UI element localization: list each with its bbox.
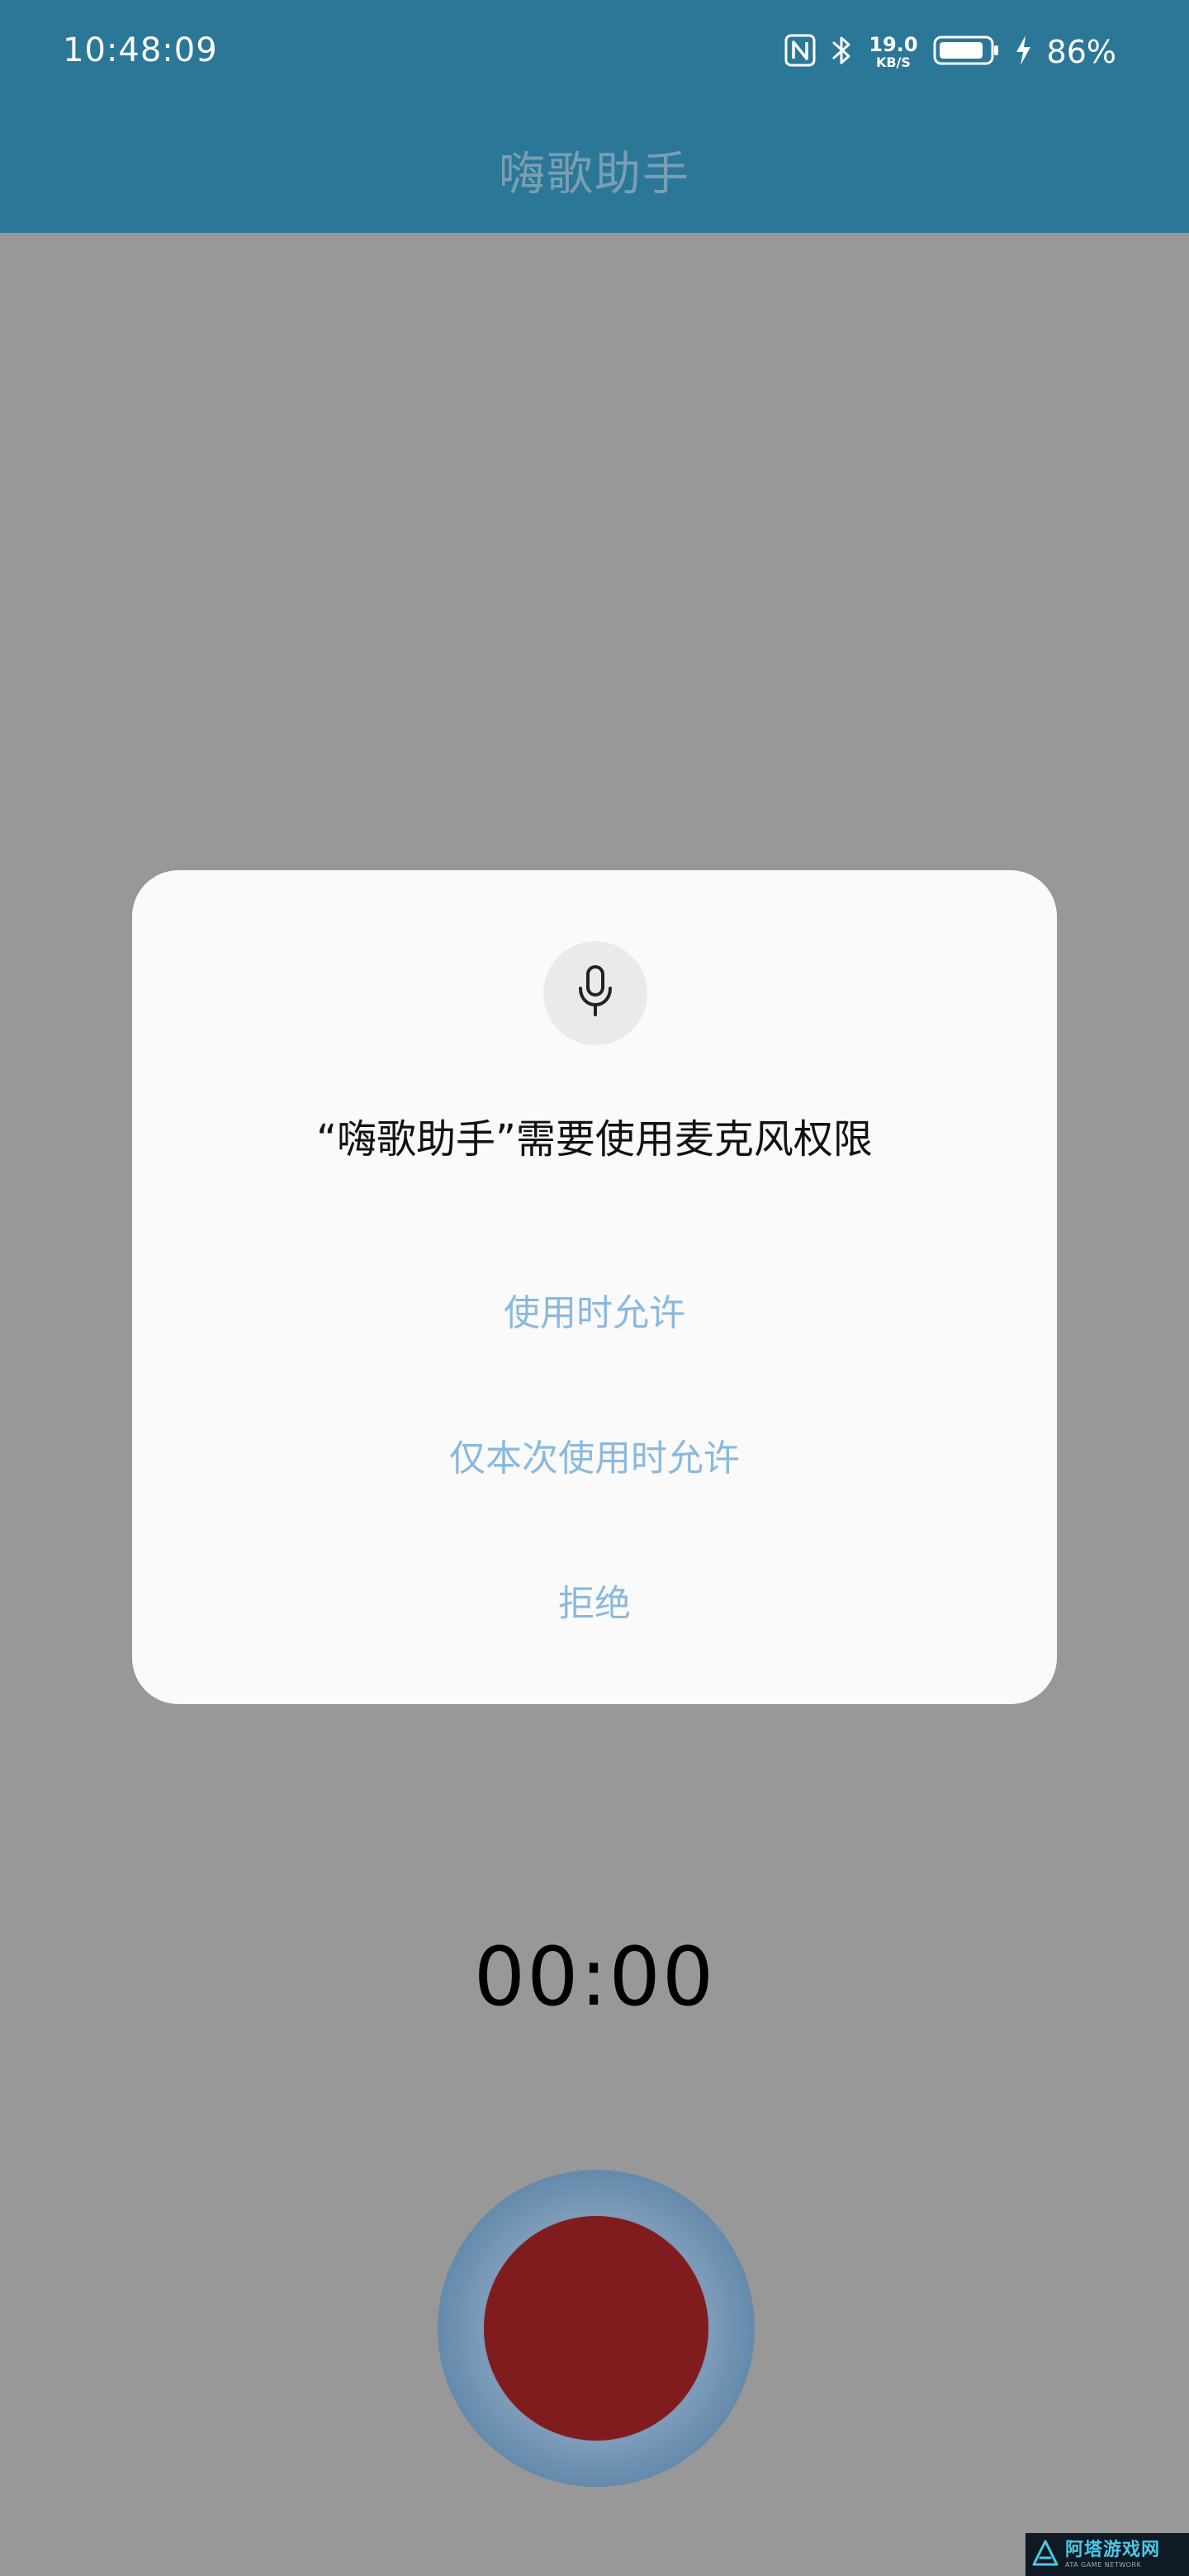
permission-dialog: “嗨歌助手”需要使用麦克风权限 使用时允许 仅本次使用时允许 拒绝 — [132, 870, 1057, 1704]
network-speed-value: 19.0 — [869, 33, 918, 56]
app-title: 嗨歌助手 — [499, 148, 690, 201]
battery-percent: 86% — [1046, 34, 1116, 70]
microphone-icon-badge — [543, 941, 647, 1045]
status-time: 10:48:09 — [63, 31, 218, 69]
bluetooth-icon — [831, 33, 854, 71]
recording-timer: 00:00 — [473, 1930, 716, 2024]
record-button[interactable] — [438, 2170, 755, 2487]
allow-this-time-only-button[interactable]: 仅本次使用时允许 — [132, 1428, 1057, 1481]
app-bar: 嗨歌助手 — [0, 107, 1189, 233]
microphone-icon — [571, 964, 620, 1023]
network-speed-unit: KB/S — [875, 54, 911, 70]
watermark-text: 阿塔游戏网 ATA GAME NETWORK — [1065, 2539, 1161, 2569]
status-icons: 19.0 KB/S 86% — [784, 31, 1116, 73]
battery-icon — [933, 34, 999, 70]
dialog-title: “嗨歌助手”需要使用麦克风权限 — [316, 1116, 873, 1163]
allow-while-using-button[interactable]: 使用时允许 — [132, 1283, 1057, 1336]
charging-bolt-icon — [1014, 34, 1032, 70]
status-bar: 10:48:09 19.0 KB/S 86% — [0, 0, 1189, 107]
nfc-icon — [784, 34, 816, 70]
record-button-core[interactable] — [484, 2216, 708, 2441]
watermark-main-text: 阿塔游戏网 — [1065, 2539, 1161, 2560]
network-speed: 19.0 KB/S — [869, 35, 917, 69]
watermark-logo: 阿塔游戏网 ATA GAME NETWORK — [1026, 2533, 1189, 2576]
watermark-sub-text: ATA GAME NETWORK — [1065, 2560, 1142, 2569]
watermark-logo-icon — [1030, 2536, 1060, 2573]
deny-button[interactable]: 拒绝 — [132, 1574, 1057, 1627]
